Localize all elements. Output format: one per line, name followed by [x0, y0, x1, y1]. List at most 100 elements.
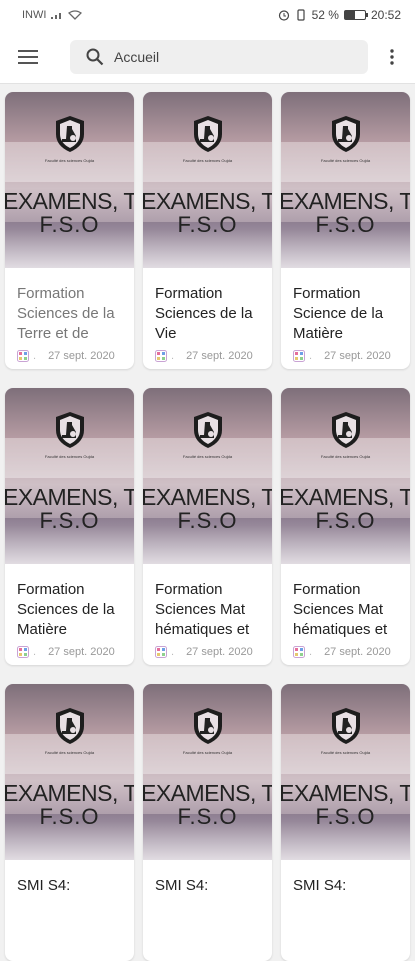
card-title: SMI S4:: [17, 877, 71, 894]
card-title: Formation Science de la Matière: [293, 285, 384, 342]
site-favicon-icon: [293, 350, 305, 362]
card-date: 27 sept. 2020: [186, 646, 253, 658]
thumbnail-line2: F.S.O: [315, 804, 376, 829]
card-title: Formation Sciences Mat hématiques et: [155, 581, 250, 638]
course-card[interactable]: Faculté des sciences Oujda EXAMENS, TD F…: [5, 388, 134, 665]
status-left: INWI: [22, 9, 83, 21]
card-meta: . 27 sept. 2020: [293, 646, 391, 658]
card-date: 27 sept. 2020: [48, 646, 115, 658]
site-favicon-icon: [155, 350, 167, 362]
thumbnail-line1: EXAMENS, TD: [5, 780, 134, 806]
faculty-caption: Faculté des sciences Oujda: [44, 750, 95, 755]
search-icon: [86, 48, 104, 65]
thumbnail-line1: EXAMENS, TD: [281, 484, 410, 510]
thumbnail-line2: F.S.O: [177, 212, 238, 237]
faculty-caption: Faculté des sciences Oujda: [320, 454, 371, 459]
battery-icon: [343, 10, 368, 20]
card-title: Formation Sciences de la Vie: [155, 285, 253, 342]
thumbnail-line1: EXAMENS, TD: [143, 484, 272, 510]
clock: 20:52: [370, 8, 401, 22]
faculty-caption: Faculté des sciences Oujda: [182, 158, 233, 163]
signal-icon: [51, 13, 62, 19]
site-favicon-icon: [155, 646, 167, 658]
card-thumbnail: Faculté des sciences Oujda EXAMENS, TD F…: [5, 92, 134, 268]
card-date: 27 sept. 2020: [186, 350, 253, 362]
card-thumbnail: Faculté des sciences Oujda EXAMENS, TD F…: [143, 684, 272, 860]
shield-logo-icon: [332, 116, 360, 152]
course-card[interactable]: Faculté des sciences Oujda EXAMENS, TD F…: [281, 388, 410, 665]
battery-percent: 52 %: [311, 8, 339, 22]
card-thumbnail: Faculté des sciences Oujda EXAMENS, TD F…: [143, 388, 272, 564]
card-date: 27 sept. 2020: [324, 646, 391, 658]
card-thumbnail: Faculté des sciences Oujda EXAMENS, TD F…: [143, 92, 272, 268]
course-card[interactable]: Faculté des sciences Oujda EXAMENS, TD F…: [281, 92, 410, 369]
status-right: 52 % 20:52: [278, 8, 401, 22]
more-options-button[interactable]: [369, 30, 415, 84]
card-meta: . 27 sept. 2020: [293, 350, 391, 362]
course-card[interactable]: Faculté des sciences Oujda EXAMENS, TD F…: [281, 684, 410, 961]
thumbnail-line2: F.S.O: [177, 508, 238, 533]
shield-logo-icon: [332, 708, 360, 744]
faculty-caption: Faculté des sciences Oujda: [182, 750, 233, 755]
course-card[interactable]: Faculté des sciences Oujda EXAMENS, TD F…: [5, 684, 134, 961]
course-card[interactable]: Faculté des sciences Oujda EXAMENS, TD F…: [143, 388, 272, 665]
thumbnail-line2: F.S.O: [39, 804, 100, 829]
shield-logo-icon: [56, 116, 84, 152]
card-meta: . 27 sept. 2020: [17, 646, 115, 658]
thumbnail-line2: F.S.O: [39, 508, 100, 533]
site-favicon-icon: [293, 646, 305, 658]
card-title: SMI S4:: [293, 877, 347, 894]
card-thumbnail: Faculté des sciences Oujda EXAMENS, TD F…: [5, 388, 134, 564]
card-date: 27 sept. 2020: [48, 350, 115, 362]
thumbnail-line2: F.S.O: [177, 804, 238, 829]
course-card[interactable]: Faculté des sciences Oujda EXAMENS, TD F…: [5, 92, 134, 369]
card-meta: . 27 sept. 2020: [17, 350, 115, 362]
card-title: SMI S4:: [155, 877, 209, 894]
shield-logo-icon: [332, 412, 360, 448]
shield-logo-icon: [56, 412, 84, 448]
faculty-caption: Faculté des sciences Oujda: [320, 750, 371, 755]
card-title: Formation Sciences de la Matière: [17, 581, 115, 638]
meta-separator: .: [171, 646, 175, 658]
course-grid: Faculté des sciences Oujda EXAMENS, TD F…: [5, 92, 415, 961]
thumbnail-line1: EXAMENS, TD: [143, 188, 272, 214]
faculty-caption: Faculté des sciences Oujda: [44, 158, 95, 163]
faculty-caption: Faculté des sciences Oujda: [320, 158, 371, 163]
card-thumbnail: Faculté des sciences Oujda EXAMENS, TD F…: [281, 92, 410, 268]
more-vert-icon: [390, 48, 394, 65]
faculty-caption: Faculté des sciences Oujda: [182, 454, 233, 459]
meta-separator: .: [171, 350, 175, 362]
course-card[interactable]: Faculté des sciences Oujda EXAMENS, TD F…: [143, 684, 272, 961]
hamburger-icon: [18, 49, 38, 64]
shield-logo-icon: [194, 708, 222, 744]
card-thumbnail: Faculté des sciences Oujda EXAMENS, TD F…: [5, 684, 134, 860]
shield-logo-icon: [194, 412, 222, 448]
course-card[interactable]: Faculté des sciences Oujda EXAMENS, TD F…: [143, 92, 272, 369]
top-app-bar: Accueil: [0, 30, 415, 84]
card-thumbnail: Faculté des sciences Oujda EXAMENS, TD F…: [281, 684, 410, 860]
card-title: Formation Sciences Mat hématiques et: [293, 581, 388, 638]
shield-logo-icon: [56, 708, 84, 744]
meta-separator: .: [309, 350, 313, 362]
vibrate-icon: [297, 9, 305, 21]
menu-button[interactable]: [0, 30, 56, 84]
thumbnail-line1: EXAMENS, TD: [5, 484, 134, 510]
carrier-label: INWI: [22, 9, 47, 21]
meta-separator: .: [309, 646, 313, 658]
faculty-caption: Faculté des sciences Oujda: [44, 454, 95, 459]
search-placeholder: Accueil: [114, 48, 160, 65]
thumbnail-line2: F.S.O: [315, 212, 376, 237]
site-favicon-icon: [17, 646, 29, 658]
thumbnail-line1: EXAMENS, TD: [143, 780, 272, 806]
alarm-icon: [278, 10, 289, 21]
thumbnail-line2: F.S.O: [315, 508, 376, 533]
site-favicon-icon: [17, 350, 29, 362]
card-meta: . 27 sept. 2020: [155, 646, 253, 658]
meta-separator: .: [33, 350, 37, 362]
thumbnail-line2: F.S.O: [39, 212, 100, 237]
thumbnail-line1: EXAMENS, TD: [281, 188, 410, 214]
search-bar[interactable]: Accueil: [70, 39, 368, 74]
card-thumbnail: Faculté des sciences Oujda EXAMENS, TD F…: [281, 388, 410, 564]
thumbnail-line1: EXAMENS, TD: [5, 188, 134, 214]
thumbnail-line1: EXAMENS, TD: [281, 780, 410, 806]
